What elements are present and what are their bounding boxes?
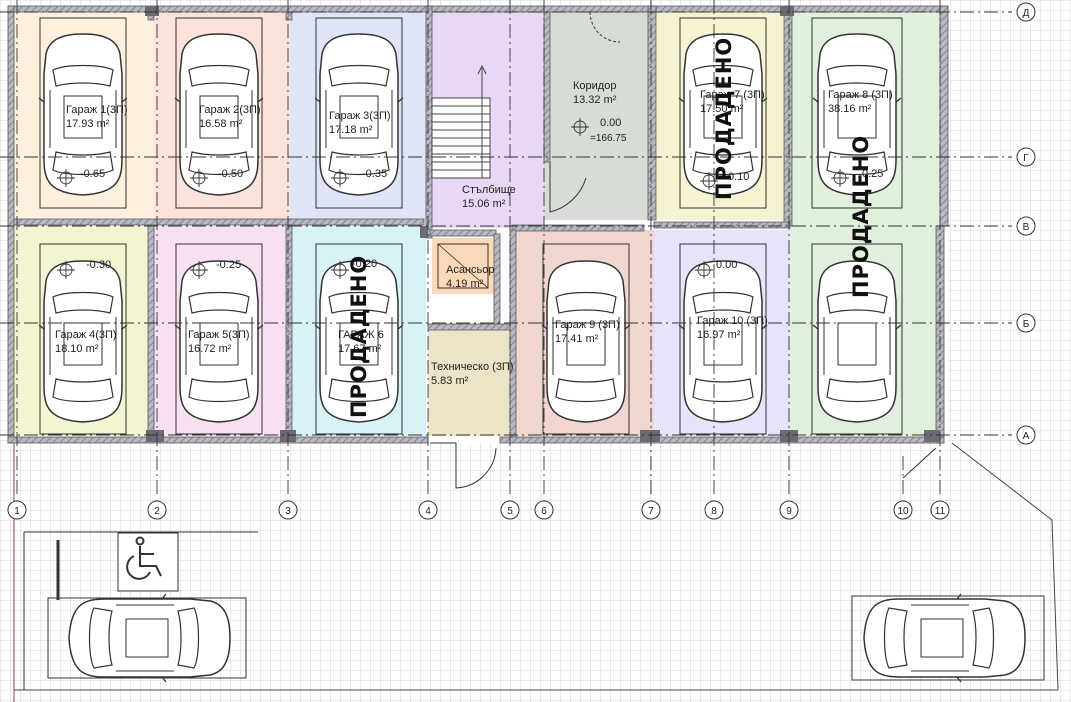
room-g10-level: 0.00	[716, 259, 737, 271]
axis-col-7: 7	[641, 500, 661, 520]
car-icon	[38, 260, 128, 423]
room-g9-area: 17.41 m²	[555, 333, 599, 345]
axis-row-A: А	[1016, 425, 1036, 445]
room-g9-name: Гараж 9 (3П)	[555, 319, 620, 331]
axis-row-D: Д	[1016, 2, 1036, 22]
axis-col-2: 2	[147, 500, 167, 520]
axis-col-10: 10	[893, 500, 913, 520]
axis-row-B: Б	[1016, 313, 1036, 333]
room-g10-name: Гараж 10 (3П)	[697, 315, 768, 327]
svg-text:Г: Г	[1023, 153, 1029, 164]
room-corr	[544, 12, 654, 220]
room-g4-area: 18.10 m²	[55, 343, 99, 355]
room-g8-name: Гараж 8 (3П)	[828, 89, 893, 101]
svg-text:10: 10	[897, 506, 909, 517]
car-icon	[174, 260, 264, 423]
room-tech-area: 5.83 m²	[431, 375, 469, 387]
room-corr-level2: =166.75	[590, 133, 627, 144]
room-g3-area: 17.18 m²	[329, 124, 373, 136]
room-g2-name: Гараж 2(3П)	[199, 104, 261, 116]
room-g3-level: -0.35	[362, 168, 387, 180]
svg-text:3: 3	[285, 506, 291, 517]
svg-text:1: 1	[14, 506, 20, 517]
svg-text:11: 11	[935, 506, 946, 517]
room-g5-area: 16.72 m²	[188, 343, 232, 355]
room-stair-name: Стълбище	[462, 184, 516, 196]
axis-col-3: 3	[278, 500, 298, 520]
room-g1-area: 17.93 m²	[66, 118, 110, 130]
svg-text:В: В	[1023, 222, 1030, 233]
svg-text:4: 4	[425, 506, 431, 517]
room-g1-name: Гараж 1(3П)	[66, 104, 128, 116]
svg-text:6: 6	[541, 506, 547, 517]
floor-plan: Гараж 1(3П) 17.93 m² -0.65 Гараж 2(3П) 1…	[0, 0, 1071, 702]
sold-stamp-g7: ПРОДАДЕНО	[712, 37, 736, 200]
svg-text:7: 7	[648, 506, 654, 517]
car-icon	[68, 593, 231, 683]
room-g10-area: 16.97 m²	[697, 329, 741, 341]
room-g2-area: 16.58 m²	[199, 118, 243, 130]
sold-stamp-g6: ПРОДАДЕНО	[347, 255, 371, 418]
axis-col-4: 4	[418, 500, 438, 520]
sold-stamp-g8: ПРОДАДЕНО	[849, 135, 873, 298]
axis-row-G: Г	[1016, 147, 1036, 167]
room-tech-name: Техническо (3П)	[431, 361, 514, 373]
room-g3-name: Гараж 3(3П)	[329, 110, 391, 122]
room-corr-level: 0.00	[600, 117, 621, 129]
svg-text:9: 9	[786, 506, 792, 517]
axis-col-9: 9	[779, 500, 799, 520]
room-g4-level: -0.30	[86, 259, 111, 271]
car-icon	[863, 593, 1026, 683]
room-g4-name: Гараж 4(3П)	[55, 329, 117, 341]
car-icon	[678, 260, 768, 423]
room-g1-level: -0.65	[80, 168, 105, 180]
room-corr-name: Коридор	[573, 80, 616, 92]
svg-text:2: 2	[154, 506, 160, 517]
room-elev-name: Асансьор	[446, 264, 495, 276]
room-g8-area: 38.16 m²	[828, 103, 872, 115]
svg-text:Д: Д	[1023, 8, 1030, 19]
room-stair-area: 15.06 m²	[462, 198, 506, 210]
axis-col-11: 11	[930, 500, 950, 520]
axis-row-V: В	[1016, 216, 1036, 236]
svg-text:Б: Б	[1023, 319, 1030, 330]
room-elev-area: 4.19 m²	[446, 278, 484, 290]
svg-text:8: 8	[711, 506, 717, 517]
svg-text:А: А	[1023, 431, 1030, 442]
room-g5-name: Гараж 5(3П)	[188, 329, 250, 341]
room-g5-level: -0.25	[216, 259, 241, 271]
room-corr-area: 13.32 m²	[573, 94, 617, 106]
axis-col-8: 8	[704, 500, 724, 520]
room-g2-level: -0.50	[218, 168, 243, 180]
axis-col-1: 1	[7, 500, 27, 520]
axis-col-6: 6	[534, 500, 554, 520]
axis-col-5: 5	[500, 500, 520, 520]
svg-text:5: 5	[507, 506, 513, 517]
